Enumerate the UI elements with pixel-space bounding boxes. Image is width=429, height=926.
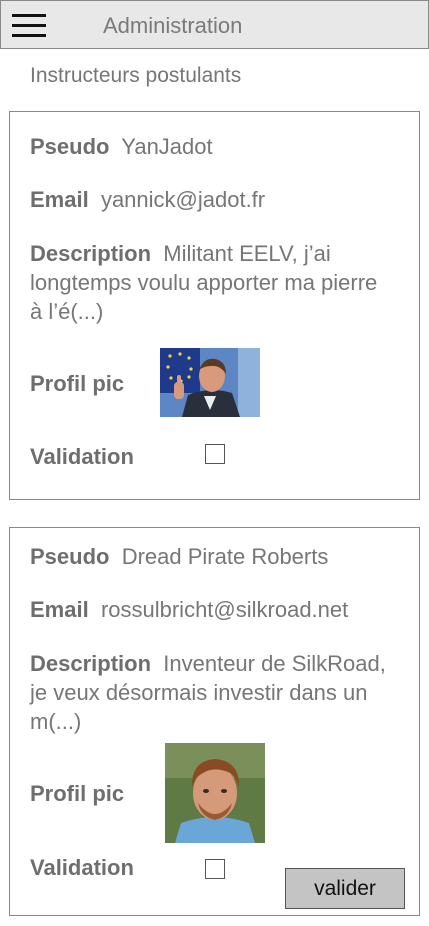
app-header: Administration <box>0 0 429 49</box>
profile-picture <box>165 743 265 843</box>
validation-label: Validation <box>30 444 134 469</box>
pseudo-row: Pseudo Dread Pirate Roberts <box>30 542 328 571</box>
validation-checkbox[interactable] <box>205 859 225 879</box>
section-title: Instructeurs postulants <box>30 64 242 87</box>
hamburger-menu-icon[interactable] <box>12 12 48 40</box>
pseudo-label: Pseudo <box>30 544 110 569</box>
applicant-card: Pseudo Dread Pirate Roberts Email rossul… <box>9 527 420 916</box>
email-label: Email <box>30 187 89 212</box>
validation-label: Validation <box>30 855 134 880</box>
validate-button[interactable]: valider <box>285 868 405 909</box>
description-label: Description <box>30 241 152 266</box>
profile-picture <box>160 348 260 417</box>
description-label: Description <box>30 651 152 676</box>
pseudo-label: Pseudo <box>30 134 110 159</box>
description-row: Description Militant EELV, j’ai longtemp… <box>30 239 390 326</box>
email-label: Email <box>30 597 89 622</box>
pseudo-value: Dread Pirate Roberts <box>121 544 329 569</box>
page-title: Administration <box>103 13 243 38</box>
pseudo-value: YanJadot <box>121 134 213 159</box>
profile-pic-label: Profil pic <box>30 371 125 396</box>
email-row: Email yannick@jadot.fr <box>30 185 265 214</box>
email-value: yannick@jadot.fr <box>100 187 266 212</box>
email-value: rossulbricht@silkroad.net <box>100 597 349 622</box>
validation-checkbox[interactable] <box>205 444 225 464</box>
profile-pic-label: Profil pic <box>30 781 125 806</box>
pseudo-row: Pseudo YanJadot <box>30 132 213 161</box>
description-row: Description Inventeur de SilkRoad, je ve… <box>30 649 390 736</box>
applicant-card: Pseudo YanJadot Email yannick@jadot.fr D… <box>9 111 420 500</box>
email-row: Email rossulbricht@silkroad.net <box>30 595 348 624</box>
